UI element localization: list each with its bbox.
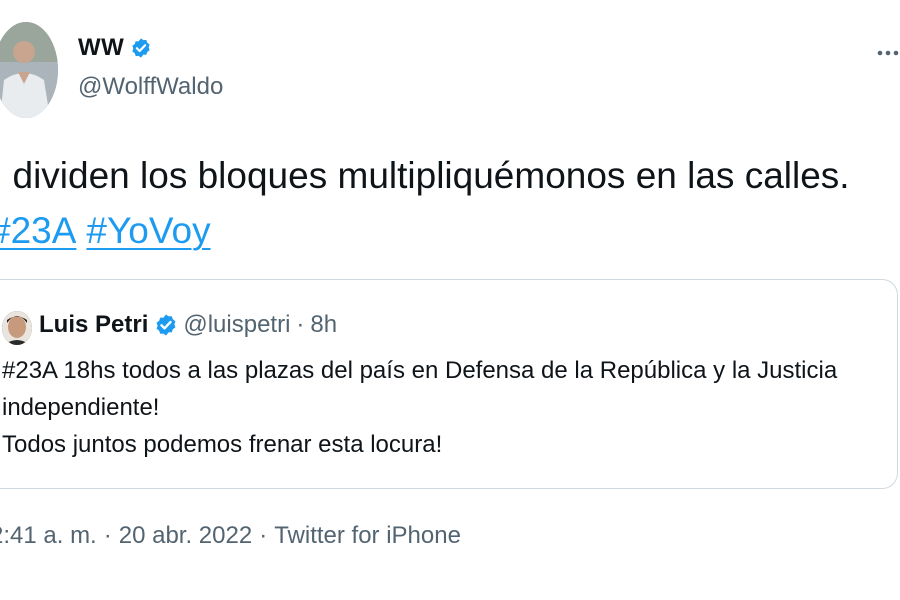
quoted-verified-badge-icon — [156, 314, 176, 336]
quoted-timestamp[interactable]: 8h — [310, 309, 337, 341]
quoted-author-name[interactable]: Luis Petri — [39, 309, 148, 341]
hashtag-link-23a[interactable]: #23A — [0, 210, 76, 251]
tweet-hashtags: #23A#YoVoy — [0, 205, 211, 257]
tweet-text: i dividen los bloques multipliquémonos e… — [0, 155, 850, 196]
tweet-date[interactable]: 20 abr. 2022 — [119, 522, 252, 549]
quoted-author-handle[interactable]: @luispetri — [183, 309, 290, 341]
quoted-avatar-photo-icon — [2, 311, 32, 345]
author-display-name[interactable]: WW — [78, 34, 124, 62]
quoted-separator: · — [296, 311, 305, 338]
quoted-text-line: #23A 18hs todos a las plazas del país en… — [2, 357, 838, 384]
quoted-text-line: Todos juntos podemos frenar esta locura! — [2, 431, 443, 458]
avatar-photo-icon — [0, 22, 58, 118]
tweet-source-link[interactable]: Twitter for iPhone — [274, 522, 461, 549]
author-handle[interactable]: @WolffWaldo — [78, 73, 223, 101]
quoted-author-avatar[interactable] — [2, 311, 32, 345]
quoted-tweet-header: Luis Petri @luispetri · 8h — [39, 309, 337, 341]
quoted-tweet-card[interactable]: Luis Petri @luispetri · 8h #23A 18hs tod… — [0, 279, 898, 489]
author-avatar[interactable] — [0, 22, 58, 118]
author-name-row: WW — [78, 34, 152, 62]
metadata-separator: · — [103, 522, 112, 549]
hashtag-link-yovoy[interactable]: #YoVoy — [86, 210, 210, 251]
quoted-text-line: independiente! — [2, 394, 160, 421]
metadata-separator: · — [259, 522, 268, 549]
tweet-metadata: 2:41 a. m. · 20 abr. 2022 · Twitter for iPho… — [0, 522, 461, 550]
more-options-icon[interactable] — [876, 46, 900, 60]
tweet-detail: WW @WolffWaldo i dividen los bloques mul… — [0, 0, 900, 600]
quoted-tweet-text: #23A 18hs todos a las plazas del país en… — [2, 352, 837, 463]
tweet-time[interactable]: 2:41 a. m. — [0, 522, 97, 549]
verified-badge-icon — [132, 38, 150, 58]
